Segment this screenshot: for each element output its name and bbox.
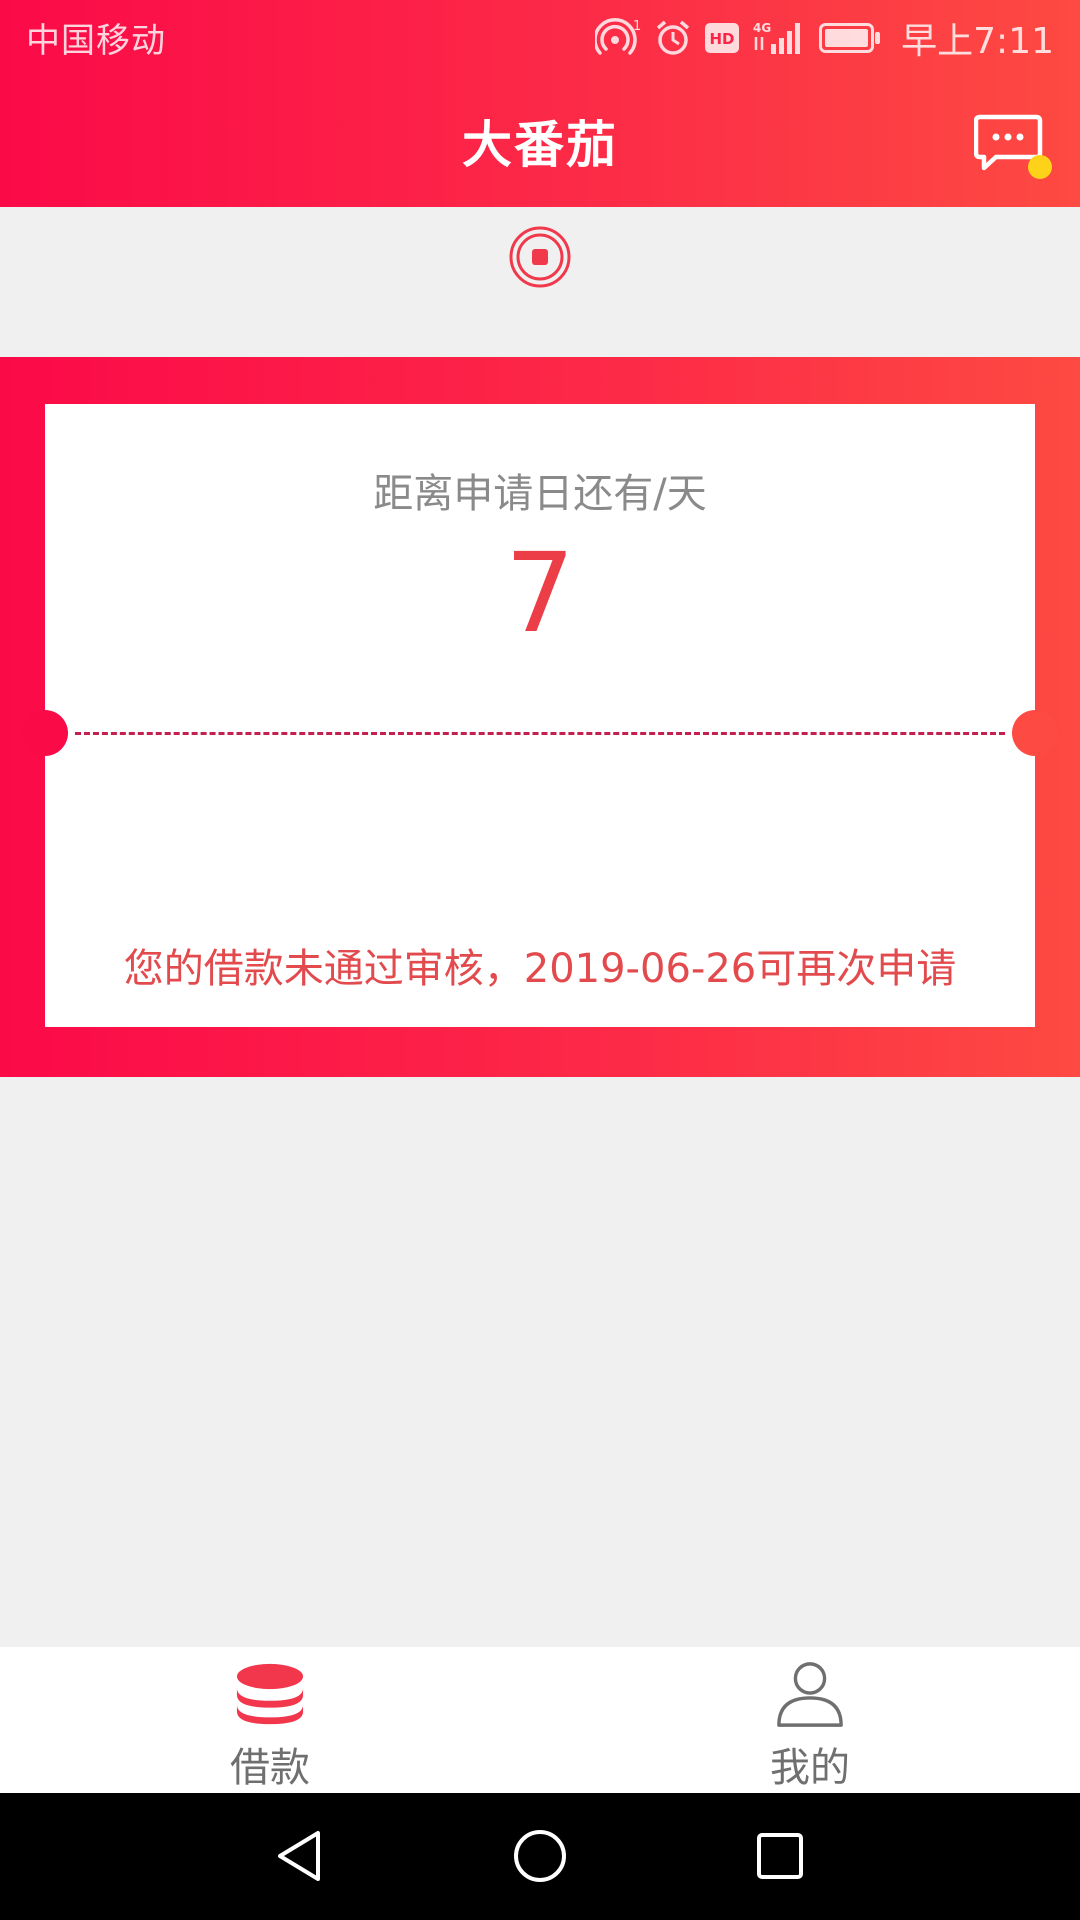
page-title: 大番茄 [462,116,618,174]
tab-label: 我的 [770,1745,850,1791]
battery-icon [819,22,881,53]
rejection-notice: 您的借款未通过审核，2019-06-26可再次申请 [123,946,957,992]
coins-stack-icon [236,1663,304,1725]
countdown-ticket: 距离申请日还有/天 7 您的借款未通过审核，2019-06-26可再次申请 [22,404,1058,1027]
user-icon [777,1662,843,1727]
recents-icon[interactable] [749,1825,811,1887]
countdown-label: 距离申请日还有/天 [373,471,707,517]
tab-label: 借款 [230,1745,310,1791]
bottom-tab-bar: 借款 我的 [0,1647,1080,1793]
hd-icon: HD [705,22,740,53]
tab-mine[interactable]: 我的 [540,1647,1080,1793]
ticket-notch-left [22,710,68,756]
message-button[interactable] [973,113,1052,179]
signal-icon: 4G [753,20,805,56]
hotspot-icon: 1 [595,17,641,58]
carrier-name: 中国移动 [26,21,166,61]
title-bar: 大番茄 [0,75,1080,207]
status-time: 早上7:11 [901,20,1054,62]
ticket-divider [75,732,1005,735]
status-icons: 1 HD 4G 早上7:11 [595,12,1054,64]
home-icon[interactable] [509,1825,571,1887]
ticket-notch-right [1012,710,1058,756]
unread-dot [1028,155,1052,179]
back-icon[interactable] [270,1825,332,1887]
countdown-banner: 距离申请日还有/天 7 您的借款未通过审核，2019-06-26可再次申请 [0,357,1080,1077]
system-nav-bar [0,1793,1080,1920]
alarm-icon [655,19,691,57]
tab-loan[interactable]: 借款 [0,1647,540,1793]
status-bar: 中国移动 1 HD 4G 早上7:11 [0,0,1080,75]
app-header: 中国移动 1 HD 4G 早上7:11 大番茄 [0,0,1080,207]
days-remaining: 7 [505,529,575,657]
svg-text:HD: HD [710,30,735,48]
svg-text:1: 1 [633,19,641,34]
record-indicator-icon [508,225,572,289]
svg-text:4G: 4G [753,21,771,35]
